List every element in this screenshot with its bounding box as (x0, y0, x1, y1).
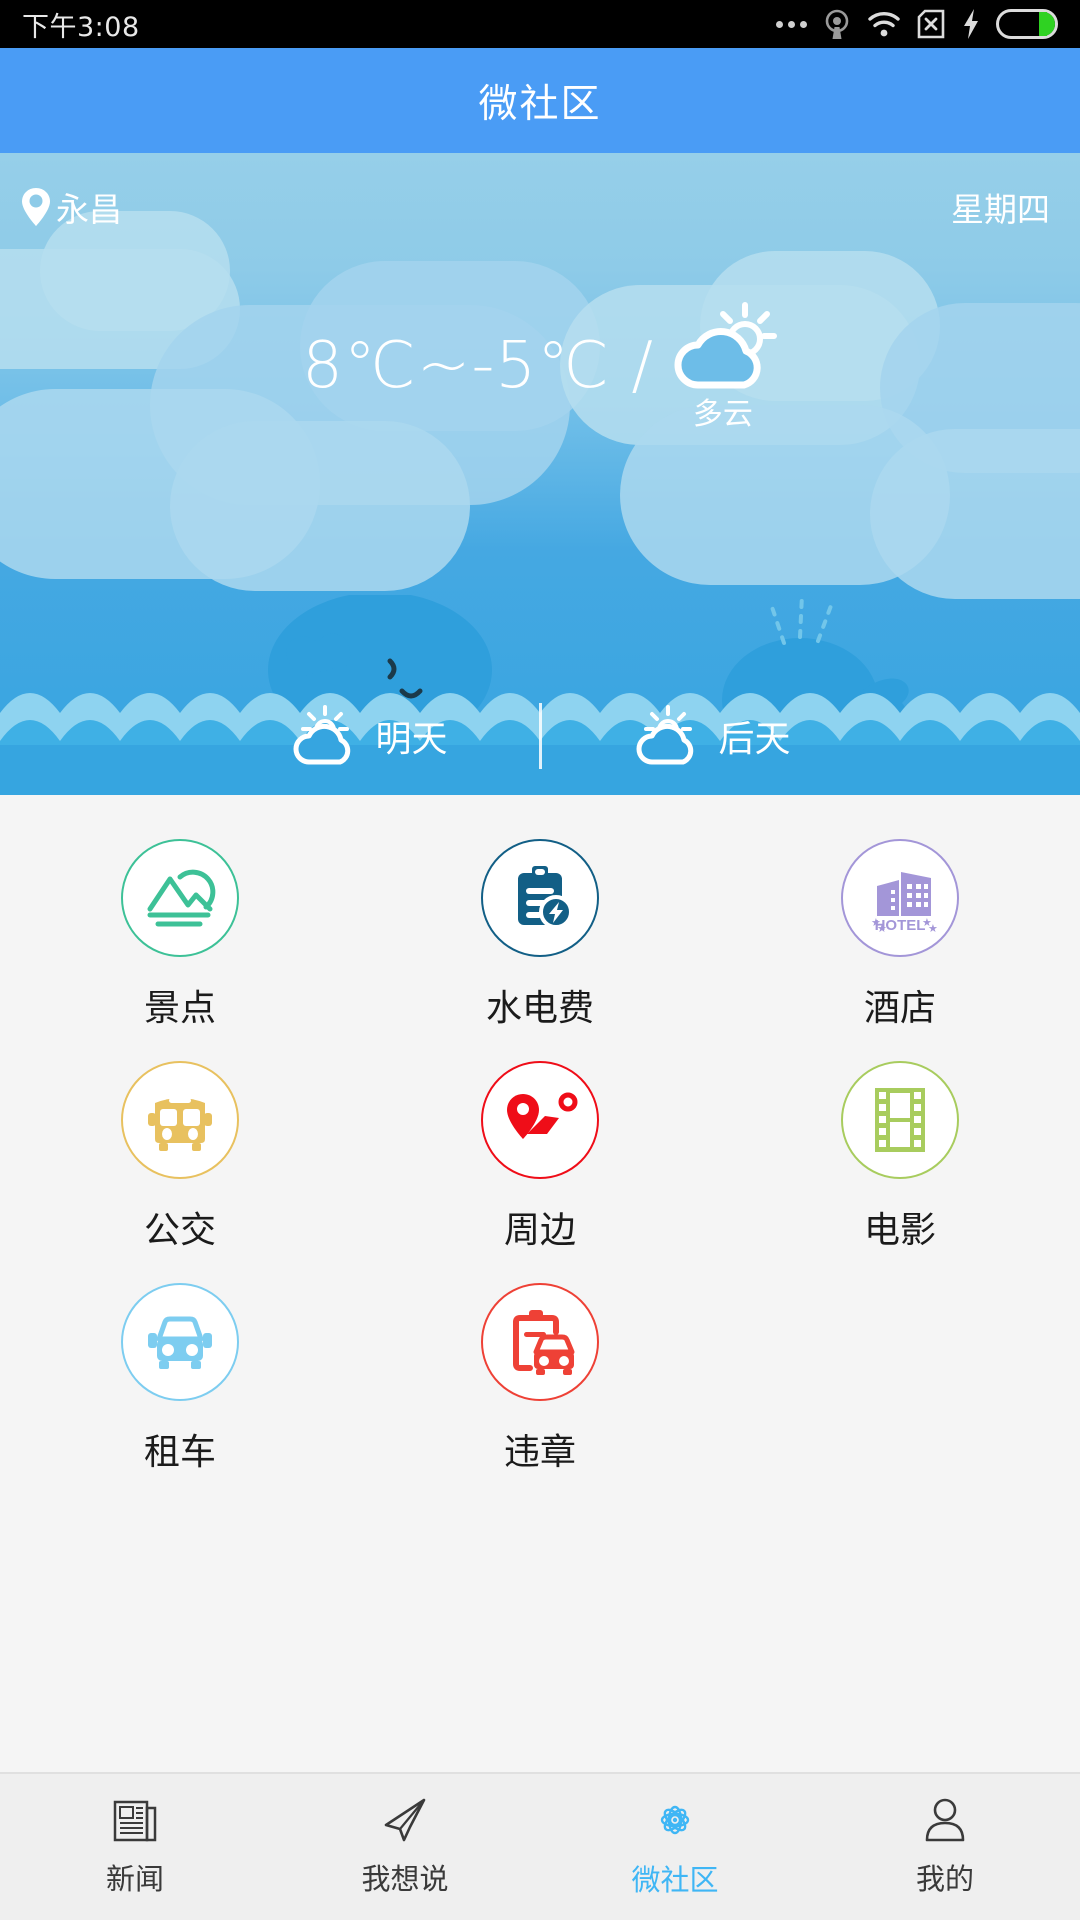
weather-header: 永昌 星期四 (0, 153, 1080, 231)
forecast-label: 明天 (375, 719, 448, 760)
paper-plane-icon (384, 1798, 426, 1841)
grid-item-bus[interactable]: 公交 (0, 1061, 360, 1253)
wifi-icon (868, 12, 900, 37)
page-title: 微社区 (478, 81, 602, 127)
bus-icon (147, 1098, 212, 1151)
forecast-row: 明天 后天 (0, 703, 1080, 769)
icon-badge (120, 839, 239, 957)
mountain-landscape-icon (147, 869, 216, 927)
icon-badge (480, 839, 599, 957)
person-icon (925, 1798, 965, 1841)
grid-item-label: 公交 (143, 1210, 216, 1251)
status-bar-icons (776, 8, 1058, 40)
status-bar-time: 下午3:08 (22, 11, 140, 43)
newspaper-icon (113, 1800, 157, 1841)
tab-mine[interactable]: 我的 (810, 1797, 1080, 1898)
flower-icon (660, 1805, 690, 1834)
icon-badge (120, 1283, 239, 1401)
charging-bolt-icon (964, 9, 978, 39)
icon-badge (480, 1283, 599, 1401)
tab-micro-community[interactable]: 微社区 (540, 1796, 810, 1899)
icon-badge (840, 1061, 959, 1179)
svg-text:★: ★ (877, 923, 887, 934)
forecast-label: 后天 (718, 719, 791, 760)
forecast-divider (538, 703, 542, 769)
sim-no-signal-icon (917, 9, 945, 39)
tab-label: 新闻 (105, 1861, 164, 1896)
grid-item-label: 景点 (143, 988, 216, 1029)
tab-label: 我想说 (361, 1861, 449, 1896)
condition-group: 多云 (668, 301, 778, 433)
app-title-bar: 微社区 (0, 48, 1080, 153)
temperature-range: 8℃~-5℃ / (302, 329, 654, 403)
grid-item-hotel[interactable]: HOTEL ★ ★ ★ ★ 酒店 (720, 839, 1080, 1031)
hotspot-icon (825, 9, 849, 39)
clipboard-bolt-icon (517, 866, 573, 929)
tab-news[interactable]: 新闻 (0, 1797, 270, 1898)
location-pin-icon (22, 188, 50, 226)
grid-item-movies[interactable]: 电影 (720, 1061, 1080, 1253)
tab-label: 我的 (915, 1861, 974, 1896)
map-route-pin-icon (506, 1092, 578, 1139)
service-grid: 景点 水电费 HOTEL ★ ★ ★ ★ 酒店 公交 周边 电影 租车 违章 (0, 795, 1080, 1505)
weather-banner[interactable]: 永昌 星期四 8℃~-5℃ / 多云 明天 后天 (0, 153, 1080, 795)
sun-behind-cloud-icon (637, 705, 694, 765)
grid-item-label: 酒店 (863, 988, 936, 1029)
sun-behind-cloud-icon (294, 705, 351, 765)
forecast-item-day-after[interactable]: 后天 (542, 705, 882, 767)
icon-badge (120, 1061, 239, 1179)
car-icon (147, 1316, 212, 1369)
sun-behind-cloud-icon (674, 302, 777, 389)
grid-item-nearby[interactable]: 周边 (360, 1061, 720, 1253)
icon-badge (480, 1061, 599, 1179)
grid-item-car-rental[interactable]: 租车 (0, 1283, 360, 1475)
weekday-label: 星期四 (951, 190, 1050, 229)
tab-i-want-to-say[interactable]: 我想说 (270, 1797, 540, 1898)
battery-icon (996, 9, 1058, 39)
hotel-building-icon: HOTEL ★★ ★★ (871, 872, 938, 934)
forecast-item-tomorrow[interactable]: 明天 (199, 705, 539, 767)
bottom-tab-bar: 新闻 我想说 微社区 我的 (0, 1772, 1080, 1920)
status-bar: 下午3:08 (0, 0, 1080, 48)
film-strip-icon (874, 1088, 925, 1152)
weather-main: 8℃~-5℃ / 多云 (0, 299, 1080, 433)
clipboard-car-icon (512, 1310, 575, 1375)
more-dots-icon (776, 20, 807, 28)
tab-label: 微社区 (631, 1862, 719, 1897)
grid-item-scenic-spots[interactable]: 景点 (0, 839, 360, 1031)
icon-badge: HOTEL ★ ★ ★ ★ (840, 839, 959, 957)
location-area[interactable]: 永昌 (20, 183, 122, 231)
grid-item-label: 周边 (503, 1210, 576, 1251)
grid-item-label: 水电费 (485, 988, 594, 1029)
condition-label: 多云 (692, 397, 753, 432)
grid-item-utility-bills[interactable]: 水电费 (360, 839, 720, 1031)
grid-item-label: 电影 (863, 1210, 936, 1251)
grid-item-label: 租车 (143, 1432, 216, 1473)
grid-item-label: 违章 (503, 1432, 576, 1473)
grid-item-traffic-violation[interactable]: 违章 (360, 1283, 720, 1475)
location-label: 永昌 (56, 190, 122, 229)
svg-text:★: ★ (928, 923, 938, 934)
